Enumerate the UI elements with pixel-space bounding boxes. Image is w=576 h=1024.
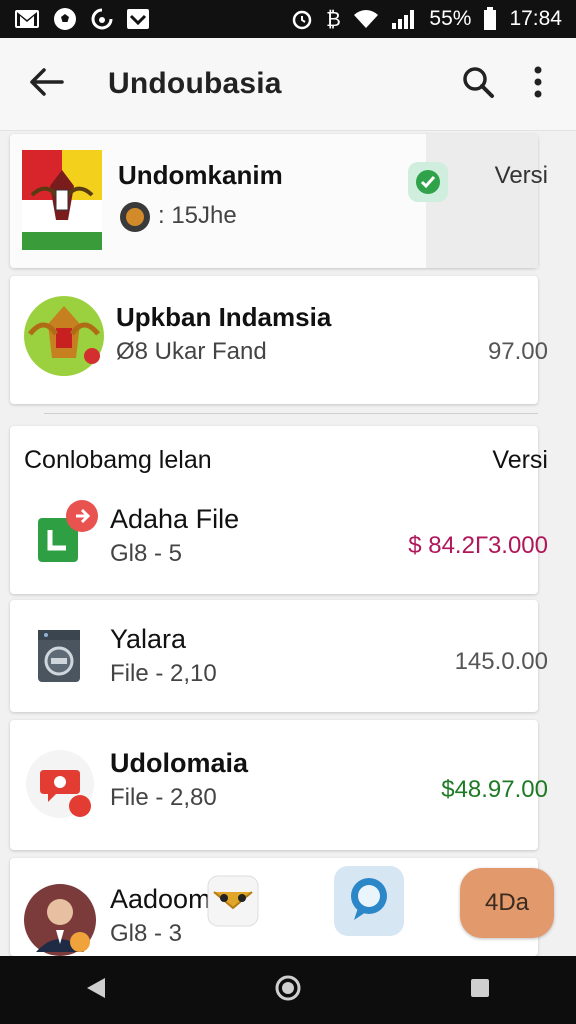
list-item[interactable]: Adaha File Gl8 - 5 $ 84.2Г3.000: [10, 486, 548, 594]
list-item[interactable]: Aadoom Gl8 - 3: [10, 858, 538, 956]
page-title: Undoubasia: [108, 67, 282, 100]
card-subtitle: Ø8 Ukar Fand: [116, 338, 267, 365]
status-bar: ₿ 55% 17:84: [0, 0, 576, 38]
section-card: Conlobamg lelan Versi Adaha File Gl8 - 5…: [10, 426, 548, 594]
file-download-icon: [36, 494, 100, 566]
card-subtitle: : 15Jhe: [158, 202, 237, 229]
nav-back-icon: [85, 976, 107, 1005]
app-bar: Undoubasia: [0, 38, 576, 131]
washing-machine-icon: [36, 628, 82, 684]
back-button[interactable]: [22, 59, 72, 109]
more-options-button[interactable]: [514, 60, 562, 108]
nav-back-button[interactable]: [66, 960, 126, 1020]
arrow-left-icon: [29, 67, 65, 102]
pill-button[interactable]: 4Da: [460, 868, 554, 938]
image-icon: [126, 8, 150, 30]
item-subtitle: File - 2,80: [110, 784, 217, 811]
item-title: Udolomaia: [110, 748, 249, 778]
item-title: Aadoom: [110, 884, 211, 914]
item-value: $ 84.2Г3.000: [408, 532, 548, 559]
top-card-1[interactable]: Undomkanim : 15Jhe Versi: [10, 134, 548, 268]
top-card-2[interactable]: Upkban Indamsia Ø8 Ukar Fand 97.00: [10, 276, 548, 404]
signal-icon: [391, 8, 417, 30]
system-nav-bar: [0, 956, 576, 1024]
owl-mail-button[interactable]: [204, 870, 262, 934]
list-item[interactable]: Yalara File - 2,10 145.0.00: [10, 600, 548, 712]
check-badge-icon: [406, 160, 450, 204]
item-subtitle: Gl8 - 5: [110, 540, 183, 567]
version-label: Versi: [494, 162, 548, 189]
alarm-icon: [291, 8, 313, 30]
nav-home-button[interactable]: [258, 960, 318, 1020]
list-item[interactable]: Udolomaia File - 2,80 $48.97.00: [10, 720, 548, 850]
item-title: Adaha File: [110, 504, 240, 534]
item-value: $48.97.00: [441, 776, 548, 803]
item-subtitle: Gl8 - 3: [110, 920, 183, 947]
search-button[interactable]: [454, 60, 502, 108]
pill-label: 4Da: [484, 889, 530, 916]
clock: 17:84: [509, 7, 562, 30]
blue-chat-icon: [344, 874, 394, 929]
card-title: Undomkanim: [118, 160, 283, 190]
item-value: 145.0.00: [454, 648, 548, 675]
chat-bubble-icon: [24, 744, 98, 828]
avatar-photo-icon: [22, 882, 100, 956]
wifi-icon: [353, 8, 379, 30]
soccer-ball-icon: [52, 6, 78, 32]
search-icon: [461, 65, 495, 104]
indonesia-emblem-flag-icon: [22, 150, 102, 250]
bitcoin-icon: ₿: [325, 8, 341, 30]
section-version-label: Versi: [492, 446, 548, 474]
section-header: Conlobamg lelan: [24, 446, 212, 474]
battery-icon: [483, 7, 497, 31]
item-title: Yalara: [110, 624, 187, 654]
chat-button[interactable]: [334, 866, 404, 936]
sync-icon: [90, 7, 114, 31]
card-title: Upkban Indamsia: [116, 302, 332, 332]
coin-icon: [118, 200, 152, 234]
more-vert-icon: [533, 65, 543, 104]
battery-percent: 55%: [429, 7, 472, 30]
nav-home-icon: [274, 974, 302, 1007]
svg-text:₿: ₿: [326, 8, 341, 30]
gmail-icon: [14, 8, 40, 30]
garuda-emblem-icon: [22, 294, 106, 378]
nav-recents-button[interactable]: [450, 960, 510, 1020]
owl-mail-icon: [204, 868, 262, 937]
card-value: 97.00: [487, 338, 548, 365]
section-divider: [44, 413, 538, 414]
nav-recents-icon: [469, 977, 491, 1004]
item-subtitle: File - 2,10: [110, 660, 217, 687]
